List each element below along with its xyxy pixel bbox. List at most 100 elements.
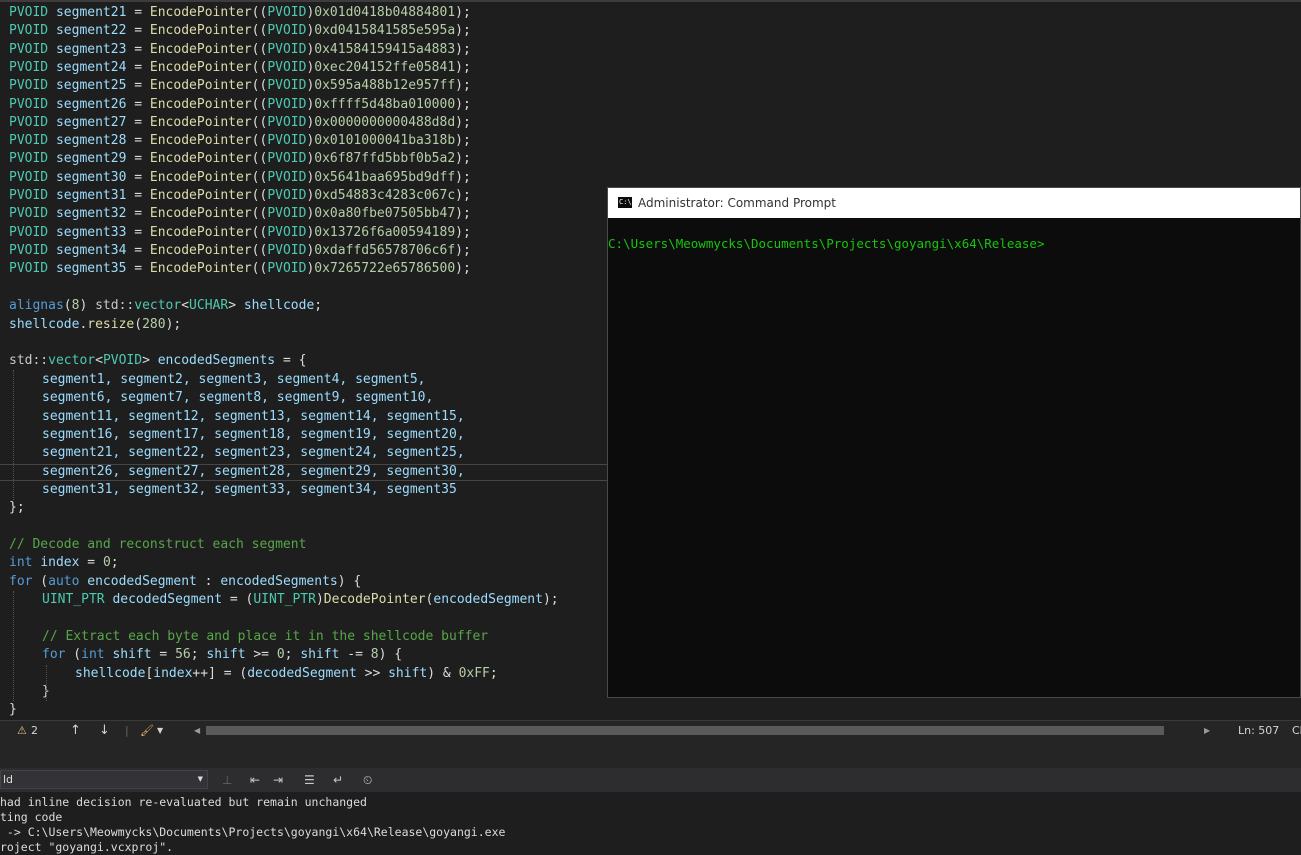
line-position[interactable]: Ln: 507 <box>1238 721 1279 740</box>
code-line-segment24[interactable]: PVOID segment24 = EncodePointer((PVOID)0… <box>9 59 471 77</box>
code-line-segment27[interactable]: PVOID segment27 = EncodePointer((PVOID)0… <box>9 114 471 132</box>
code-line-segment-row[interactable]: segment16, segment17, segment18, segment… <box>42 426 465 444</box>
code-line-segment-row[interactable]: segment6, segment7, segment8, segment9, … <box>42 389 433 407</box>
type-token: PVOID <box>9 169 49 185</box>
code-line-segment21[interactable]: PVOID segment21 = EncodePointer((PVOID)0… <box>9 4 471 22</box>
code-line-close-brace[interactable]: }; <box>9 499 25 517</box>
code-line-segment26[interactable]: PVOID segment26 = EncodePointer((PVOID)0… <box>9 96 471 114</box>
number-token: 0xec204152ffe05841 <box>314 59 456 75</box>
code-line-segment23[interactable]: PVOID segment23 = EncodePointer((PVOID)0… <box>9 41 471 59</box>
type-token: PVOID <box>267 242 307 258</box>
type-token: PVOID <box>9 261 49 277</box>
arrow-up-icon[interactable]: ↑ <box>70 721 81 740</box>
code-line-alignas[interactable]: alignas(8) std::vector<UCHAR> shellcode; <box>9 297 322 315</box>
variable-token: segment35 <box>55 261 127 277</box>
number-token: 0x0101000041ba318b <box>314 133 456 149</box>
number-token: 0x7265722e65786500 <box>314 261 456 277</box>
function-token: EncodePointer <box>149 133 252 149</box>
type-token: PVOID <box>267 23 307 39</box>
code-line-segment-row[interactable]: segment21, segment22, segment23, segment… <box>42 444 465 462</box>
number-token: 0xd54883c4283c067c <box>314 188 456 203</box>
type-token: PVOID <box>267 133 307 149</box>
chevron-down-icon: ▼ <box>197 775 203 783</box>
chevron-down-icon[interactable]: ▼ <box>157 721 163 740</box>
output-line: -> C:\Users\Meowmycks\Documents\Projects… <box>0 825 506 839</box>
scroll-left-icon[interactable]: ◀ <box>194 721 200 740</box>
clear-all-icon[interactable]: ☰ <box>304 772 315 788</box>
code-line-segment-row[interactable]: segment1, segment2, segment3, segment4, … <box>42 371 426 389</box>
code-cleanup-icon[interactable]: 🖌 <box>140 721 154 740</box>
find-message-icon[interactable]: ⊥ <box>222 772 232 788</box>
code-line-segment31[interactable]: PVOID segment31 = EncodePointer((PVOID)0… <box>9 187 471 205</box>
type-token: PVOID <box>9 41 49 57</box>
type-token: PVOID <box>9 133 49 149</box>
output-text-area[interactable]: had inline decision re-evaluated but rem… <box>0 792 1301 855</box>
function-token: EncodePointer <box>149 96 252 112</box>
output-toolbar: ld ▼ ⊥ ⇤ ⇥ ☰ ↵ ⏲ <box>0 768 1301 792</box>
code-line-for-outer[interactable]: for (auto encodedSegment : encodedSegmen… <box>9 573 361 591</box>
code-line-outer-close[interactable]: } <box>9 701 17 719</box>
code-line-segment-row[interactable]: segment11, segment12, segment13, segment… <box>42 408 465 426</box>
number-token: 0x41584159415a4883 <box>314 41 456 57</box>
code-line-segment22[interactable]: PVOID segment22 = EncodePointer((PVOID)0… <box>9 22 471 40</box>
number-token: 0x13726f6a00594189 <box>314 224 456 240</box>
code-line-segment30[interactable]: PVOID segment30 = EncodePointer((PVOID)0… <box>9 169 471 187</box>
code-line-segment32[interactable]: PVOID segment32 = EncodePointer((PVOID)0… <box>9 205 471 223</box>
type-token: PVOID <box>9 188 49 203</box>
code-line-segment25[interactable]: PVOID segment25 = EncodePointer((PVOID)0… <box>9 77 471 95</box>
type-token: PVOID <box>267 96 307 112</box>
function-token: EncodePointer <box>149 23 252 39</box>
horizontal-scrollbar[interactable] <box>206 726 1164 735</box>
type-token: PVOID <box>267 5 307 20</box>
variable-token: segment25 <box>55 78 127 94</box>
indent-guide <box>46 665 47 701</box>
type-token: PVOID <box>267 169 307 185</box>
code-comment-decode[interactable]: // Decode and reconstruct each segment <box>9 536 306 554</box>
code-line-resize[interactable]: shellcode.resize(280); <box>9 316 181 334</box>
type-token: PVOID <box>267 151 307 167</box>
number-token: 0xffff5d48ba010000 <box>314 96 456 112</box>
variable-token: segment32 <box>55 206 127 222</box>
number-token: 0x01d0418b04884801 <box>314 5 456 20</box>
column-position[interactable]: Ch <box>1292 721 1301 740</box>
clock-icon[interactable]: ⏲ <box>363 772 372 788</box>
output-source-select[interactable]: ld ▼ <box>0 770 208 789</box>
next-message-icon[interactable]: ⇥ <box>273 772 283 788</box>
code-line-segment28[interactable]: PVOID segment28 = EncodePointer((PVOID)0… <box>9 132 471 150</box>
function-token: EncodePointer <box>149 169 252 185</box>
code-line-decode[interactable]: UINT_PTR decodedSegment = (UINT_PTR)Deco… <box>42 591 559 609</box>
code-comment-extract[interactable]: // Extract each byte and place it in the… <box>42 628 488 646</box>
code-line-segment-row[interactable]: segment31, segment32, segment33, segment… <box>42 481 457 499</box>
code-line-for-inner[interactable]: for (int shift = 56; shift >= 0; shift -… <box>42 646 402 664</box>
type-token: PVOID <box>267 41 307 57</box>
cmd-titlebar[interactable]: C:\. Administrator: Command Prompt <box>608 188 1300 218</box>
command-prompt-window[interactable]: C:\. Administrator: Command Prompt C:\Us… <box>607 187 1301 698</box>
number-token: 0x6f87ffd5bbf0b5a2 <box>314 151 456 167</box>
type-token: PVOID <box>267 188 307 203</box>
word-wrap-icon[interactable]: ↵ <box>333 772 343 788</box>
cmd-prompt-text[interactable]: C:\Users\Meowmycks\Documents\Projects\go… <box>608 236 1045 251</box>
code-line-segment34[interactable]: PVOID segment34 = EncodePointer((PVOID)0… <box>9 242 471 260</box>
code-line-segment29[interactable]: PVOID segment29 = EncodePointer((PVOID)0… <box>9 150 471 168</box>
number-token: 0xd0415841585e595a <box>314 23 456 39</box>
code-line-assign[interactable]: shellcode[index++] = (decodedSegment >> … <box>75 665 498 683</box>
number-token: 0x595a488b12e957ff <box>314 78 456 94</box>
type-token: PVOID <box>267 59 307 75</box>
scroll-right-icon[interactable]: ▶ <box>1204 721 1210 740</box>
type-token: PVOID <box>9 242 49 258</box>
prev-message-icon[interactable]: ⇤ <box>250 772 260 788</box>
type-token: PVOID <box>267 261 307 277</box>
variable-token: segment30 <box>55 169 127 185</box>
separator: | <box>125 724 129 737</box>
output-panel-header <box>0 740 1301 768</box>
code-line-segment33[interactable]: PVOID segment33 = EncodePointer((PVOID)0… <box>9 224 471 242</box>
warning-icon[interactable]: ⚠ <box>17 721 27 740</box>
editor-status-bar: ⚠ 2 ↑ ↓ | 🖌 ▼ ◀ ▶ Ln: 507 Ch <box>0 720 1301 740</box>
code-line-int-index[interactable]: int index = 0; <box>9 554 119 572</box>
type-token: PVOID <box>9 151 49 167</box>
code-line-vector-decl[interactable]: std::vector<PVOID> encodedSegments = { <box>9 352 306 370</box>
arrow-down-icon[interactable]: ↓ <box>99 721 110 740</box>
code-line-segment-row[interactable]: segment26, segment27, segment28, segment… <box>42 463 465 481</box>
code-line-segment35[interactable]: PVOID segment35 = EncodePointer((PVOID)0… <box>9 260 471 278</box>
warning-count[interactable]: 2 <box>31 721 38 740</box>
